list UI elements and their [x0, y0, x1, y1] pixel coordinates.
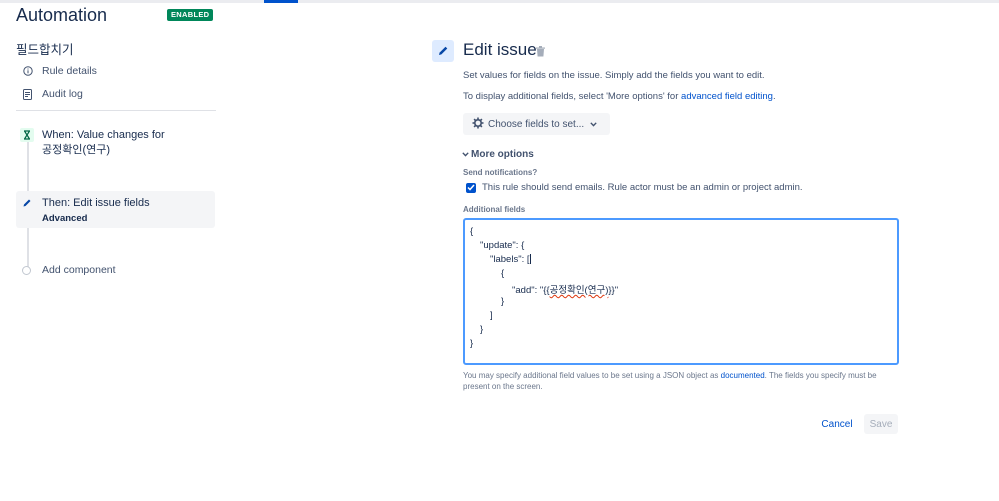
- send-notifications-checkbox[interactable]: [466, 182, 476, 193]
- action-step[interactable]: Then: Edit issue fields Advanced: [16, 191, 215, 228]
- edit-issue-icon: [432, 40, 454, 62]
- gear-icon: [472, 117, 484, 132]
- json-line-8: }: [480, 324, 484, 335]
- rule-details-link[interactable]: Rule details: [22, 63, 97, 79]
- rule-details-label: Rule details: [42, 65, 97, 77]
- chevron-down-icon: [462, 152, 469, 157]
- json-line-9: }: [470, 338, 474, 349]
- edit-issue-title: Edit issue: [463, 40, 537, 59]
- action-title: Then: Edit issue fields: [42, 197, 150, 209]
- choose-fields-dropdown[interactable]: Choose fields to set...: [463, 113, 610, 135]
- send-notifications-label: Send notifications?: [463, 168, 538, 177]
- top-nav-bar: [0, 0, 999, 3]
- trash-icon[interactable]: [536, 44, 545, 62]
- nav-divider: [16, 110, 216, 111]
- info-icon: [22, 66, 33, 77]
- active-tab-indicator: [264, 0, 298, 3]
- add-component-button[interactable]: Add component: [22, 264, 116, 276]
- app-title: Automation: [16, 5, 108, 25]
- text-caret: [530, 254, 532, 265]
- cancel-button[interactable]: Cancel: [815, 414, 859, 434]
- json-line-5: "add": "{{공정확인(연구)}}": [512, 285, 619, 296]
- hourglass-icon: [20, 128, 34, 142]
- additional-fields-editor[interactable]: { "update": { "labels": [ { "add": "{{공정…: [463, 218, 899, 365]
- document-icon: [22, 88, 33, 100]
- add-component-label: Add component: [42, 264, 116, 276]
- trigger-step[interactable]: When: Value changes for 공정확인(연구): [16, 124, 215, 164]
- audit-log-label: Audit log: [42, 88, 83, 100]
- pencil-icon: [20, 196, 34, 210]
- json-line-4: {: [501, 268, 505, 279]
- edit-description: Set values for fields on the issue. Simp…: [463, 70, 765, 81]
- additional-fields-help: You may specify additional field values …: [463, 371, 877, 391]
- json-line-2: "update": {: [480, 240, 525, 251]
- action-subtitle: Advanced: [42, 213, 88, 224]
- json-line-3: "labels": [: [490, 254, 532, 265]
- documented-link[interactable]: documented: [721, 371, 765, 380]
- rule-name: 필드합치기: [16, 43, 74, 57]
- choose-fields-label: Choose fields to set...: [488, 118, 585, 130]
- add-component-dot-icon: [22, 265, 31, 275]
- json-line-7: ]: [490, 310, 493, 321]
- spellcheck-underlined-text: 공정확인(연구): [549, 285, 609, 296]
- send-notifications-text: This rule should send emails. Rule actor…: [482, 182, 803, 193]
- more-options-toggle[interactable]: More options: [462, 149, 534, 160]
- send-notifications-row[interactable]: This rule should send emails. Rule actor…: [466, 182, 803, 193]
- save-button[interactable]: Save: [864, 414, 898, 434]
- trigger-title: When: Value changes for: [42, 129, 165, 141]
- more-options-label: More options: [471, 149, 534, 160]
- additional-fields-label: Additional fields: [463, 205, 526, 214]
- advanced-editing-hint: To display additional fields, select 'Mo…: [463, 91, 776, 102]
- trigger-field: 공정확인(연구): [42, 144, 111, 156]
- advanced-field-editing-link[interactable]: advanced field editing: [681, 91, 773, 102]
- status-badge: ENABLED: [167, 9, 214, 21]
- audit-log-link[interactable]: Audit log: [22, 86, 83, 102]
- json-line-6: }: [501, 296, 505, 307]
- json-line-1: {: [470, 226, 474, 237]
- chevron-down-icon: [590, 119, 597, 130]
